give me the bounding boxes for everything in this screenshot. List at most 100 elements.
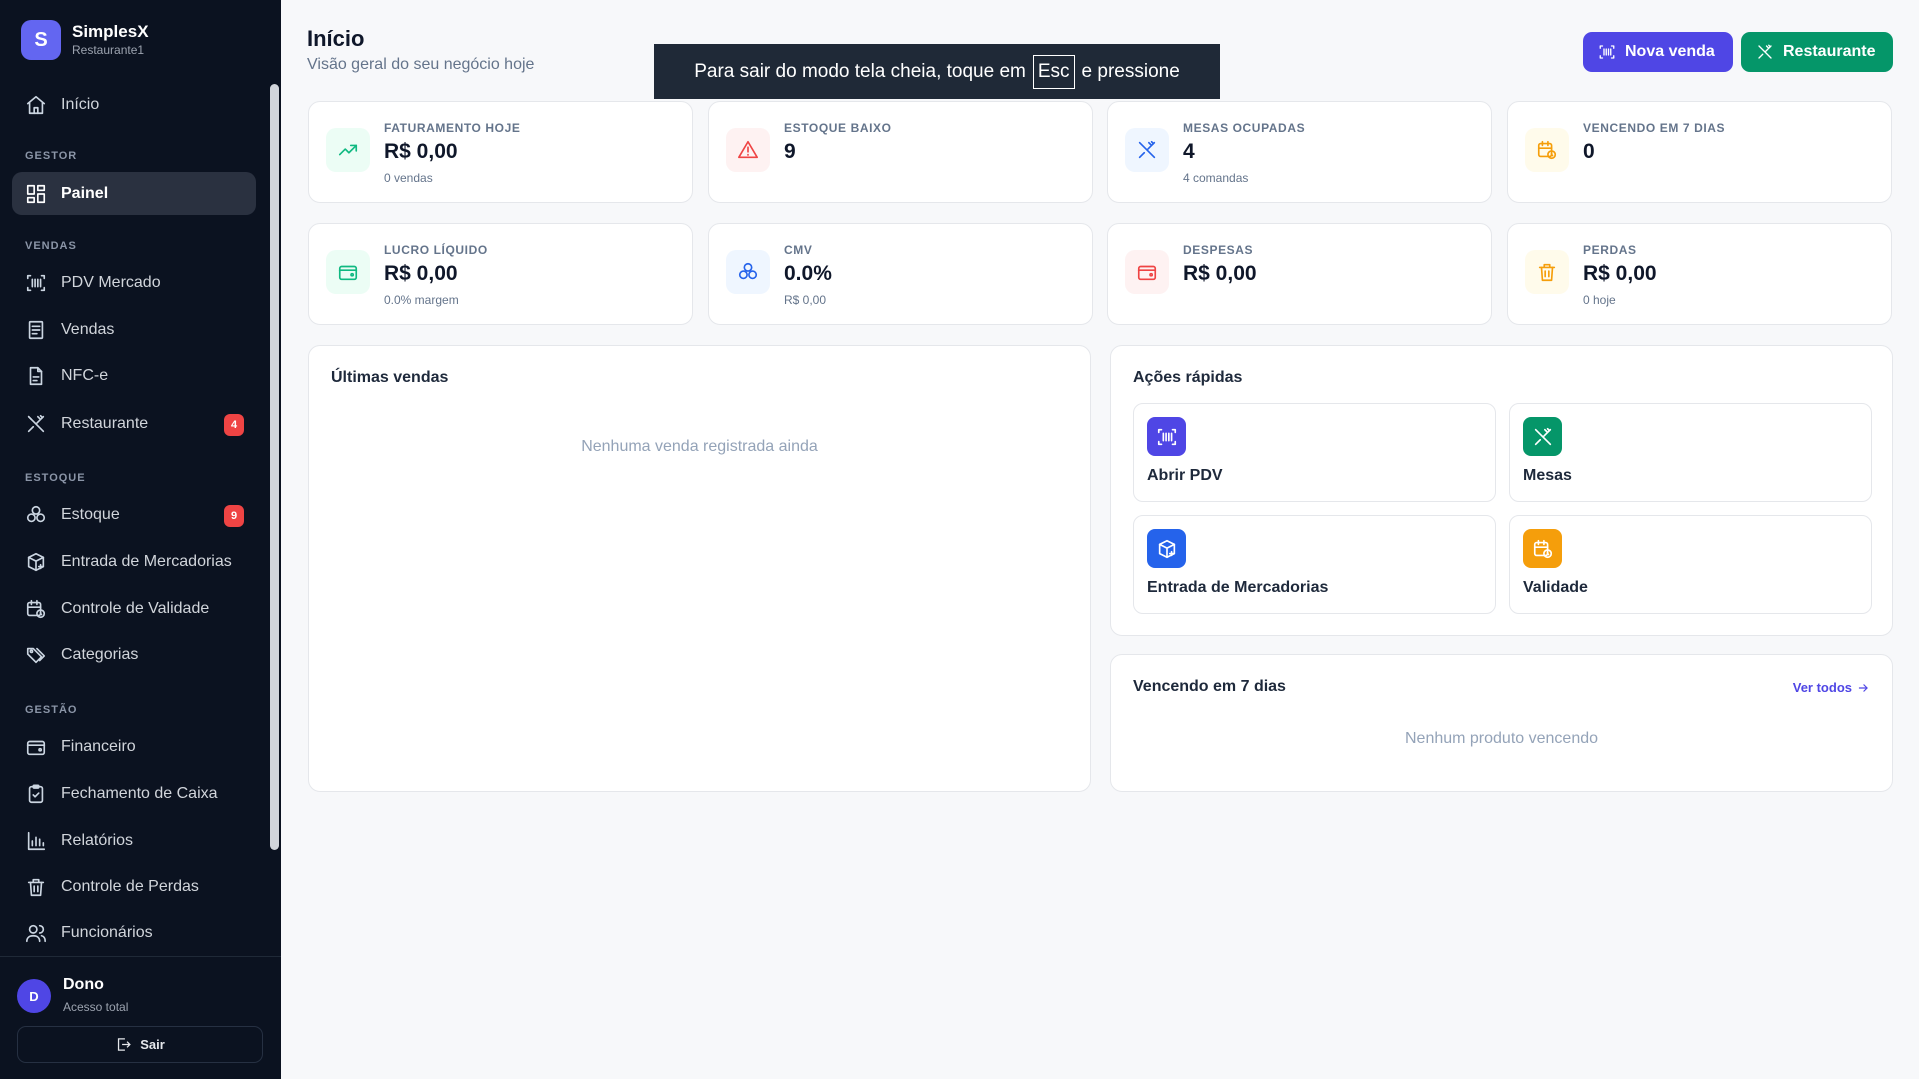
sidebar-item-inicio[interactable]: Início: [12, 83, 256, 126]
quick-action-label: Entrada de Mercadorias: [1147, 579, 1329, 596]
ver-todos-link[interactable]: Ver todos: [1793, 680, 1870, 695]
stat-value: R$ 0,00: [1583, 262, 1657, 285]
sidebar-item-label: Funcionários: [61, 923, 153, 941]
quick-action-validade[interactable]: Validade: [1509, 515, 1872, 614]
restaurante-button[interactable]: Restaurante: [1741, 32, 1893, 72]
wallet-icon: [25, 736, 47, 758]
sidebar-item-label: Controle de Perdas: [61, 877, 199, 895]
nav-section-vendas: VENDAS: [25, 240, 77, 252]
quick-action-label: Validade: [1523, 579, 1588, 596]
trending-up-icon: [326, 128, 370, 172]
estoque-badge: 9: [224, 505, 244, 527]
sidebar-item-label: Entrada de Mercadorias: [61, 552, 232, 570]
sidebar-item-vendas[interactable]: Vendas: [12, 308, 256, 351]
calendar-clock-icon: [25, 598, 47, 620]
arrow-right-icon: [1858, 683, 1868, 692]
sidebar-scrollbar[interactable]: [270, 84, 279, 850]
quick-action-label: Abrir PDV: [1147, 467, 1223, 484]
sidebar-item-entrada-mercadorias[interactable]: Entrada de Mercadorias: [12, 540, 256, 583]
trash-icon: [25, 876, 47, 898]
avatar: D: [17, 979, 51, 1013]
stat-subtext: 0 hoje: [1583, 293, 1616, 307]
brand-name: SimplesX: [72, 22, 149, 41]
page-title: Início: [307, 26, 365, 51]
sidebar-item-controle-validade[interactable]: Controle de Validade: [12, 587, 256, 630]
package-plus-icon: [1147, 529, 1186, 568]
sidebar-item-controle-perdas[interactable]: Controle de Perdas: [12, 865, 256, 908]
stat-subtext: R$ 0,00: [784, 293, 827, 307]
empty-state: Nenhum produto vencendo: [1404, 730, 1599, 747]
sidebar-item-nfce[interactable]: NFC-e: [12, 354, 256, 397]
page-subtitle: Visão geral do seu negócio hoje: [307, 56, 535, 73]
panel-title: Últimas vendas: [331, 369, 449, 386]
stat-card-vencendo: VENCENDO EM 7 DIAS 0: [1507, 101, 1892, 203]
package-plus-icon: [25, 551, 47, 573]
stat-card-perdas: PERDAS R$ 0,00 0 hoje: [1507, 223, 1892, 325]
stat-label: ESTOQUE BAIXO: [784, 121, 892, 135]
calendar-clock-icon: [1525, 128, 1569, 172]
stat-label: CMV: [784, 243, 813, 257]
sidebar-item-financeiro[interactable]: Financeiro: [12, 725, 256, 768]
sidebar-item-label: Fechamento de Caixa: [61, 784, 218, 802]
user-name: Dono: [63, 976, 104, 993]
nova-venda-button[interactable]: Nova venda: [1583, 32, 1733, 72]
logout-label: Sair: [140, 1037, 165, 1052]
esc-key-hint: Esc: [1032, 54, 1075, 89]
brand[interactable]: S SimplesX Restaurante1: [21, 20, 149, 60]
nav-section-estoque: ESTOQUE: [25, 472, 86, 484]
users-icon: [25, 922, 47, 944]
brand-subtitle: Restaurante1: [72, 43, 145, 57]
nav-section-gestao: GESTÃO: [25, 704, 78, 716]
sidebar-item-categorias[interactable]: Categorias: [12, 633, 256, 676]
utensils-icon: [1125, 128, 1169, 172]
sidebar-item-label: Painel: [61, 184, 109, 202]
sidebar-item-funcionarios[interactable]: Funcionários: [12, 911, 256, 954]
quick-action-abrir-pdv[interactable]: Abrir PDV: [1133, 403, 1496, 502]
sidebar-item-label: Relatórios: [61, 831, 134, 849]
sidebar-item-label: Restaurante: [61, 414, 149, 432]
stat-subtext: 0.0% margem: [384, 293, 459, 307]
sidebar-item-label: NFC-e: [61, 366, 109, 384]
calendar-clock-icon: [1523, 529, 1562, 568]
utensils-icon: [25, 413, 47, 435]
sidebar-item-pdv-mercado[interactable]: PDV Mercado: [12, 261, 256, 304]
sidebar-item-estoque[interactable]: Estoque 9: [12, 493, 256, 536]
barcode-scan-icon: [1599, 45, 1615, 59]
sidebar-item-painel[interactable]: Painel: [12, 172, 256, 215]
stat-label: FATURAMENTO HOJE: [384, 121, 521, 135]
stat-value: 0.0%: [784, 262, 832, 285]
nav-section-gestor: GESTOR: [25, 150, 78, 162]
nova-venda-label: Nova venda: [1625, 43, 1715, 60]
toast-text-before: Para sair do modo tela cheia, toque em: [694, 60, 1026, 82]
sidebar-item-label: Vendas: [61, 320, 115, 338]
toast-text-after: e pressione: [1081, 60, 1180, 82]
stat-value: 4: [1183, 140, 1195, 163]
tags-icon: [25, 644, 47, 666]
sidebar-item-relatorios[interactable]: Relatórios: [12, 819, 256, 862]
sidebar-item-label: Categorias: [61, 645, 139, 663]
barcode-scan-icon: [25, 272, 47, 294]
utensils-icon: [1758, 44, 1772, 59]
sidebar-item-fechamento-caixa[interactable]: Fechamento de Caixa: [12, 772, 256, 815]
quick-action-entrada-mercadorias[interactable]: Entrada de Mercadorias: [1133, 515, 1496, 614]
sidebar-item-restaurante[interactable]: Restaurante 4: [12, 402, 256, 445]
sidebar-nav: Início GESTOR Painel VENDAS PDV Mercado …: [0, 80, 281, 956]
user-role: Acesso total: [63, 1000, 129, 1014]
sidebar-item-label: Controle de Validade: [61, 599, 210, 617]
stat-card-despesas: DESPESAS R$ 0,00: [1107, 223, 1492, 325]
stat-value: R$ 0,00: [1183, 262, 1257, 285]
file-document-icon: [25, 365, 47, 387]
user-area: D Dono Acesso total Sair: [0, 956, 281, 1079]
barcode-scan-icon: [1147, 417, 1186, 456]
vencendo-panel: Vencendo em 7 dias Ver todos Nenhum prod…: [1110, 654, 1893, 792]
ultimas-vendas-panel: Últimas vendas Nenhuma venda registrada …: [308, 345, 1091, 792]
sidebar-item-label: Início: [61, 95, 100, 113]
utensils-icon: [1523, 417, 1562, 456]
stat-card-mesas-ocupadas: MESAS OCUPADAS 4 4 comandas: [1107, 101, 1492, 203]
receipt-icon: [25, 319, 47, 341]
stat-value: 0: [1583, 140, 1595, 163]
quick-action-mesas[interactable]: Mesas: [1509, 403, 1872, 502]
boxes-icon: [726, 250, 770, 294]
logout-button[interactable]: Sair: [17, 1026, 263, 1063]
sidebar-item-label: Estoque: [61, 505, 120, 523]
